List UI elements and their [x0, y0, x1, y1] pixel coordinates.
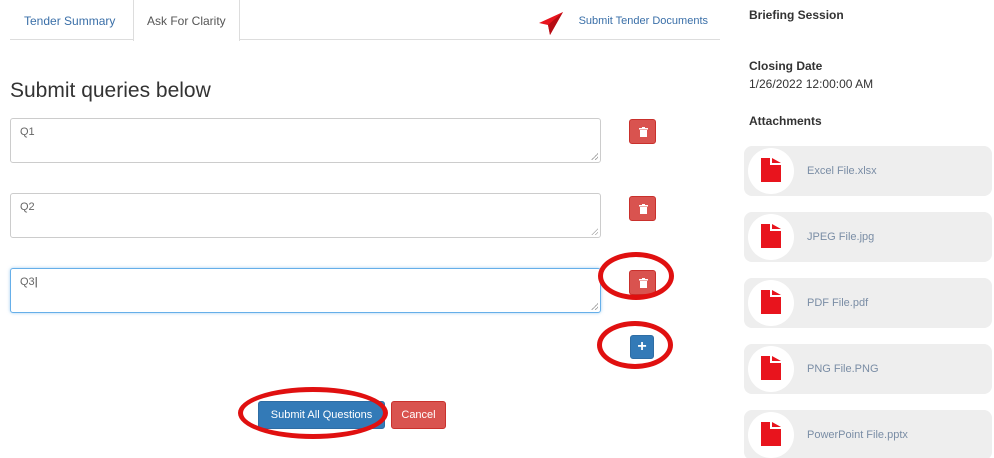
resize-handle[interactable]: [591, 228, 598, 235]
delete-query-button-3[interactable]: [629, 270, 656, 295]
trash-icon: [639, 127, 648, 137]
attachment-name[interactable]: PDF File.pdf: [807, 278, 868, 328]
document-icon: [761, 158, 781, 182]
cancel-button[interactable]: Cancel: [391, 401, 446, 429]
query-text-2: Q2: [20, 201, 35, 213]
attachment-item[interactable]: PDF File.pdf: [744, 278, 992, 328]
query-text-3: Q3: [20, 276, 35, 288]
resize-handle[interactable]: [591, 153, 598, 160]
trash-icon: [639, 204, 648, 214]
tab-bar: Tender Summary Ask For Clarity Submit Te…: [10, 0, 720, 41]
page: Tender Summary Ask For Clarity Submit Te…: [0, 0, 994, 458]
query-input-2[interactable]: Q2: [10, 193, 601, 238]
attachment-name[interactable]: Excel File.xlsx: [807, 146, 877, 196]
tab-ask-for-clarity[interactable]: Ask For Clarity: [133, 0, 240, 41]
attachment-item[interactable]: Excel File.xlsx: [744, 146, 992, 196]
delete-query-button-2[interactable]: [629, 196, 656, 221]
attachment-name[interactable]: PNG File.PNG: [807, 344, 879, 394]
add-query-button[interactable]: +: [630, 335, 654, 359]
closing-date-label: Closing Date: [749, 59, 823, 73]
attachment-item[interactable]: JPEG File.jpg: [744, 212, 992, 262]
attachments-label: Attachments: [749, 114, 822, 128]
document-icon: [761, 422, 781, 446]
attachment-name[interactable]: JPEG File.jpg: [807, 212, 874, 262]
tab-tender-summary[interactable]: Tender Summary: [10, 0, 133, 40]
page-title: Submit queries below: [10, 79, 211, 102]
paper-plane-icon: [539, 12, 563, 35]
submit-all-questions-button[interactable]: Submit All Questions: [258, 401, 385, 429]
query-input-1[interactable]: Q1: [10, 118, 601, 163]
query-text-1: Q1: [20, 126, 35, 138]
closing-date-value: 1/26/2022 12:00:00 AM: [749, 77, 874, 91]
document-icon: [761, 356, 781, 380]
resize-handle[interactable]: [591, 303, 598, 310]
attachment-item[interactable]: PNG File.PNG: [744, 344, 992, 394]
query-input-3[interactable]: Q3|: [10, 268, 601, 313]
submit-tender-documents-link[interactable]: Submit Tender Documents: [579, 0, 708, 40]
delete-query-button-1[interactable]: [629, 119, 656, 144]
document-icon: [761, 290, 781, 314]
briefing-session-label: Briefing Session: [749, 8, 844, 22]
trash-icon: [639, 278, 648, 288]
attachment-name[interactable]: PowerPoint File.pptx: [807, 410, 908, 458]
attachment-item[interactable]: PowerPoint File.pptx: [744, 410, 992, 458]
document-icon: [761, 224, 781, 248]
